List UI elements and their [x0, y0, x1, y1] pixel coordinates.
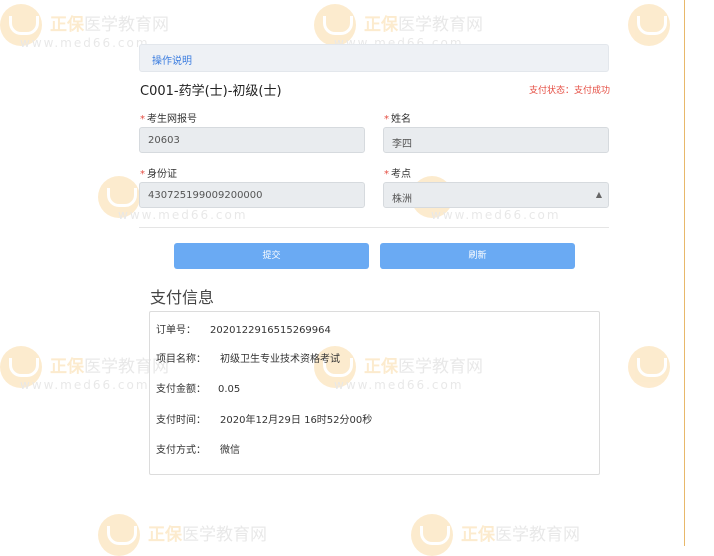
pay-time-row: 支付时间： 2020年12月29日 16时52分00秒 — [156, 415, 373, 426]
payment-info-title: 支付信息 — [150, 288, 215, 307]
help-bar: 操作说明 — [139, 44, 609, 72]
exam-no-field[interactable]: 20603 — [139, 127, 365, 153]
name-label: * 姓名 — [384, 114, 411, 125]
exam-site-label: * 考点 — [384, 169, 411, 180]
payment-status: 支付状态：支付成功 — [528, 86, 610, 96]
payment-info-box: 订单号： 2020122916515269964 项目名称： 初级卫生专业技术资格考… — [149, 311, 600, 475]
brand-logo-icon — [411, 514, 453, 556]
amount-row: 支付金额： 0.05 — [156, 384, 241, 395]
brand-logo-icon — [628, 346, 670, 388]
right-border-line — [684, 0, 685, 546]
help-link[interactable]: 操作说明 — [152, 52, 192, 67]
refresh-button[interactable]: 刷新 — [380, 243, 575, 269]
brand-logo-icon — [628, 4, 670, 46]
id-card-field[interactable]: 430725199009200000 — [139, 182, 365, 208]
exam-site-select[interactable]: 株洲 ▲︎ — [383, 182, 609, 208]
id-card-label: * 身份证 — [140, 169, 177, 180]
brand-logo-icon — [0, 346, 42, 388]
brand-logo-icon — [98, 514, 140, 556]
project-name-row: 项目名称： 初级卫生专业技术资格考试 — [156, 354, 340, 365]
submit-button[interactable]: 提交 — [174, 243, 369, 269]
order-no-row: 订单号： 2020122916515269964 — [156, 325, 331, 336]
select-arrow-icon: ▲︎ — [595, 190, 602, 199]
exam-no-label: * 考生网报号 — [140, 114, 197, 125]
brand-logo-icon — [0, 4, 42, 46]
brand-logo-icon — [314, 4, 356, 46]
divider — [139, 227, 609, 228]
name-field[interactable]: 李四 — [383, 127, 609, 153]
pay-method-row: 支付方式： 微信 — [156, 445, 240, 456]
brand-logo-icon — [98, 176, 140, 218]
course-title: C001-药学(士)-初级(士) — [140, 84, 282, 99]
